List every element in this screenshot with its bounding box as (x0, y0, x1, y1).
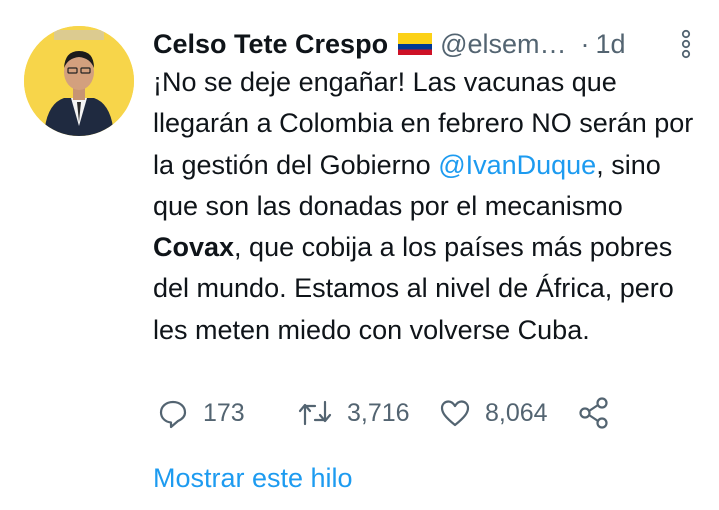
more-vertical-icon[interactable] (679, 29, 693, 59)
reply-icon (159, 400, 187, 429)
header-separator: · (580, 28, 590, 59)
bold-text: Covax (153, 232, 235, 263)
avatar-photo (24, 26, 134, 136)
retweet-count: 3,716 (347, 398, 410, 427)
retweet-button[interactable]: 3,716 (297, 393, 410, 433)
tweet-header: Celso Tete Crespo @elsem… · 1d (153, 24, 699, 64)
share-icon (579, 397, 608, 429)
reply-count: 173 (203, 398, 245, 427)
retweet-icon (298, 400, 332, 426)
show-thread-link[interactable]: Mostrar este hilo (153, 463, 353, 494)
like-button[interactable]: 8,064 (439, 393, 548, 433)
tweet-timestamp[interactable]: 1d (596, 29, 626, 60)
heart-icon (440, 400, 470, 427)
author-handle[interactable]: @elsem… (440, 29, 566, 60)
share-button[interactable] (577, 393, 611, 433)
avatar[interactable] (24, 26, 134, 136)
tweet-actions: 173 3,716 8,064 (153, 393, 623, 433)
tweet-card[interactable]: Celso Tete Crespo @elsem… · 1d ¡No se de… (0, 0, 719, 510)
author-name[interactable]: Celso Tete Crespo (153, 29, 388, 60)
colombia-flag-icon (398, 33, 433, 55)
reply-button[interactable]: 173 (157, 393, 245, 433)
tweet-text: ¡No se deje engañar! Las vacunas que lle… (153, 62, 713, 351)
mention-link[interactable]: @IvanDuque (438, 150, 596, 180)
like-count: 8,064 (485, 398, 548, 427)
